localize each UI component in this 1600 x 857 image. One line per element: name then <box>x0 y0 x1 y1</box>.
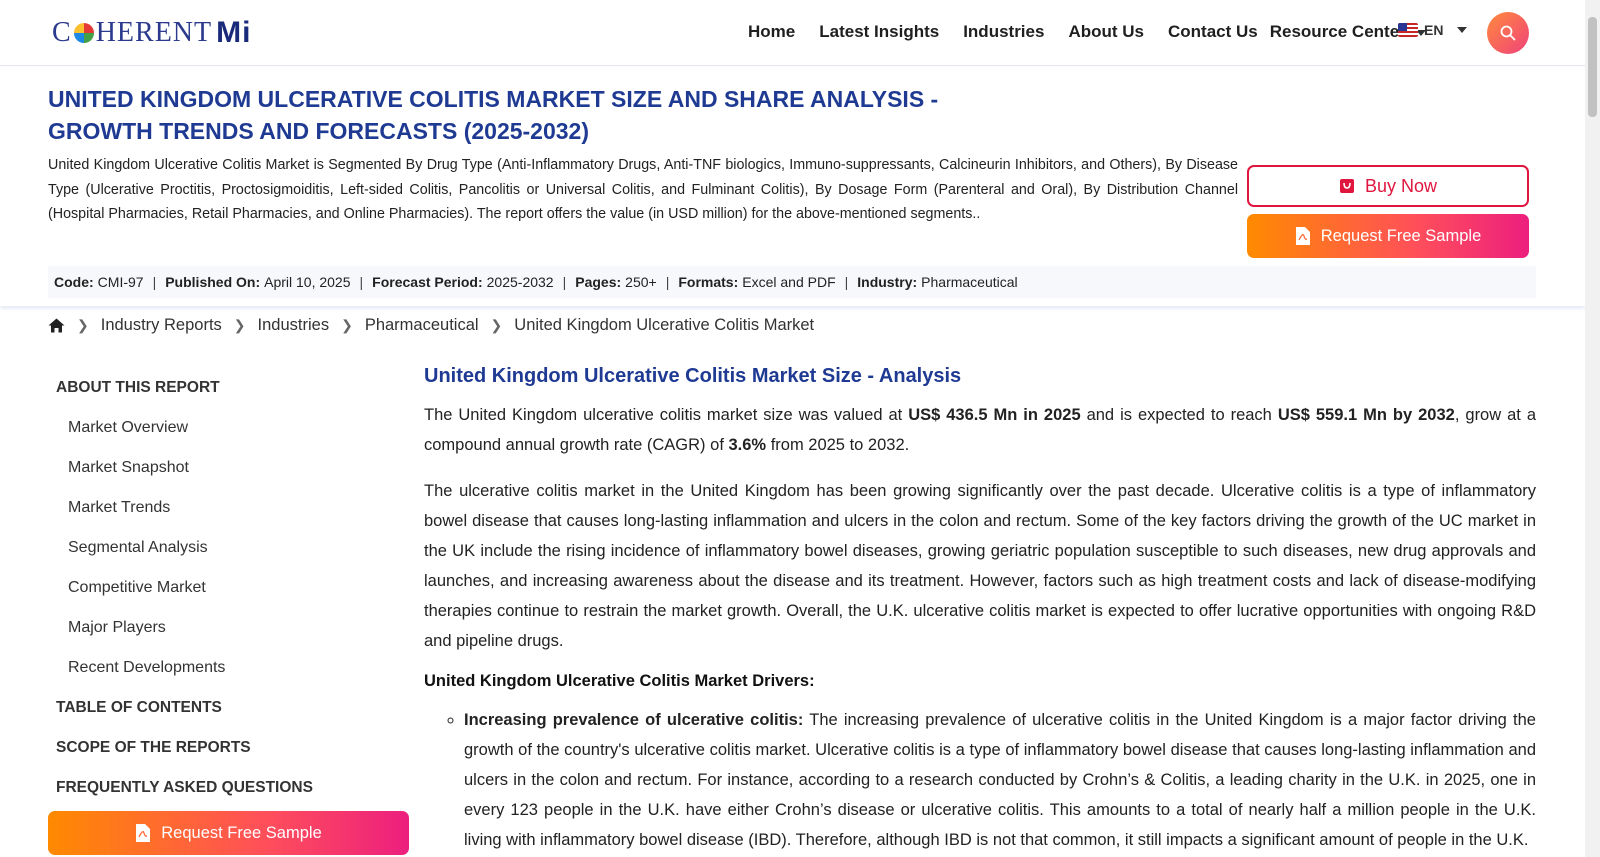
nav-home[interactable]: Home <box>736 20 807 44</box>
logo-text-mi: Mi <box>216 16 252 49</box>
forecast-label: Forecast Period: <box>372 274 483 290</box>
pdf-file-icon <box>1295 227 1310 245</box>
us-flag-icon <box>1398 23 1418 37</box>
nav-latest-insights[interactable]: Latest Insights <box>807 20 951 44</box>
sidebar-request-sample-label: Request Free Sample <box>161 823 322 842</box>
chevron-right-icon: ❯ <box>490 317 503 333</box>
breadcrumb-pharmaceutical[interactable]: Pharmaceutical <box>365 316 479 335</box>
section-heading: United Kingdom Ulcerative Colitis Market… <box>424 365 962 387</box>
search-icon <box>1500 25 1516 41</box>
sidebar-scope[interactable]: Scope of the Reports <box>48 729 409 769</box>
industry-value: Pharmaceutical <box>921 274 1018 290</box>
value-2025: US$ 436.5 Mn in 2025 <box>908 406 1081 424</box>
code-label: Code: <box>54 274 94 290</box>
nav-industries[interactable]: Industries <box>951 20 1056 44</box>
buy-now-label: Buy Now <box>1364 175 1438 196</box>
breadcrumb-current[interactable]: United Kingdom Ulcerative Colitis Market <box>514 316 814 335</box>
report-header: United Kingdom Ulcerative Colitis Market… <box>0 67 1585 306</box>
driver-title: Increasing prevalence of ulcerative coli… <box>464 711 804 729</box>
meta-separator: | <box>665 274 670 290</box>
scrollbar-thumb[interactable] <box>1588 17 1597 117</box>
breadcrumb: ❯ Industry Reports ❯ Industries ❯ Pharma… <box>48 316 814 335</box>
request-sample-label: Request Free Sample <box>1320 226 1482 245</box>
breadcrumb-industry-reports[interactable]: Industry Reports <box>101 316 222 335</box>
site-header: C HERENT Mi Home Latest Insights Industr… <box>0 0 1585 66</box>
nav-contact-us[interactable]: Contact Us <box>1156 20 1264 44</box>
market-size-paragraph: The United Kingdom ulcerative colitis ma… <box>424 400 1536 460</box>
logo-text-c: C <box>52 17 72 48</box>
cagr-value: 3.6% <box>728 436 767 454</box>
overview-paragraph: The ulcerative colitis market in the Uni… <box>424 482 1536 650</box>
nav-about-us[interactable]: About Us <box>1056 20 1156 44</box>
page-scrollbar[interactable] <box>1585 0 1600 857</box>
published-label: Published On: <box>165 274 261 290</box>
nav-resource-center-label: Resource Center <box>1269 22 1406 41</box>
forecast-period: 2025-2032 <box>486 274 554 290</box>
published-date: April 10, 2025 <box>264 274 351 290</box>
chevron-right-icon: ❯ <box>77 317 89 333</box>
request-sample-button[interactable]: Request Free Sample <box>1247 214 1529 258</box>
formats-label: Formats: <box>678 274 739 290</box>
formats-value: Excel and PDF <box>742 274 836 290</box>
text-span: The United Kingdom ulcerative colitis ma… <box>424 406 909 424</box>
report-sidebar: About This Report Market Overview Market… <box>48 369 409 809</box>
chevron-down-icon <box>1457 27 1468 33</box>
globe-icon <box>73 23 94 43</box>
buy-now-button[interactable]: Buy Now <box>1247 165 1529 207</box>
sidebar-item-market-trends[interactable]: Market Trends <box>48 489 409 529</box>
language-selector[interactable]: EN <box>1398 22 1468 38</box>
text-span: and is expected to reach <box>1080 406 1278 424</box>
report-code: CMI-97 <box>97 274 144 290</box>
breadcrumb-industries[interactable]: Industries <box>258 316 330 335</box>
pages-label: Pages: <box>575 274 622 290</box>
chevron-right-icon: ❯ <box>341 317 353 333</box>
meta-separator: | <box>152 274 157 290</box>
sidebar-item-market-snapshot[interactable]: Market Snapshot <box>48 449 409 489</box>
drivers-heading: United Kingdom Ulcerative Colitis Market… <box>424 672 815 690</box>
home-icon[interactable] <box>48 318 65 333</box>
list-item: Increasing prevalence of ulcerative coli… <box>464 705 1536 855</box>
page-title: United Kingdom Ulcerative Colitis Market… <box>48 86 939 144</box>
meta-separator: | <box>844 274 849 290</box>
sidebar-faq[interactable]: Frequently Asked Questions <box>48 769 409 809</box>
sidebar-item-major-players[interactable]: Major Players <box>48 609 409 649</box>
meta-separator: | <box>359 274 364 290</box>
report-description: United Kingdom Ulcerative Colitis Market… <box>48 157 1238 222</box>
shopping-bag-icon <box>1339 179 1354 193</box>
sidebar-item-market-overview[interactable]: Market Overview <box>48 409 409 449</box>
sidebar-item-segmental-analysis[interactable]: Segmental Analysis <box>48 529 409 569</box>
pdf-file-icon <box>136 824 151 842</box>
value-2032: US$ 559.1 Mn by 2032 <box>1277 406 1455 424</box>
search-button[interactable] <box>1487 12 1529 54</box>
sidebar-item-recent-developments[interactable]: Recent Developments <box>48 649 409 689</box>
sidebar-item-competitive-market[interactable]: Competitive Market <box>48 569 409 609</box>
sidebar-table-of-contents[interactable]: Table of Contents <box>48 689 409 729</box>
text-span: from 2025 to 2032. <box>766 436 910 454</box>
language-label: EN <box>1424 22 1444 38</box>
page-count: 250+ <box>625 274 657 290</box>
sidebar-request-sample-button[interactable]: Request Free Sample <box>48 811 409 855</box>
logo-text-herent: HERENT <box>95 17 213 48</box>
chevron-right-icon: ❯ <box>233 317 246 333</box>
coherentmi-logo[interactable]: C HERENT Mi <box>52 16 251 50</box>
drivers-list: Increasing prevalence of ulcerative coli… <box>424 705 1536 855</box>
driver-text: The increasing prevalence of ulcerative … <box>464 711 1536 849</box>
industry-label: Industry: <box>857 274 918 290</box>
sidebar-about-report[interactable]: About This Report <box>48 369 409 409</box>
main-nav: Home Latest Insights Industries About Us… <box>736 20 1438 44</box>
main-content: United Kingdom Ulcerative Colitis Market… <box>424 365 1536 855</box>
report-meta: Code: CMI-97 | Published On: April 10, 202… <box>48 266 1536 298</box>
meta-separator: | <box>562 274 567 290</box>
